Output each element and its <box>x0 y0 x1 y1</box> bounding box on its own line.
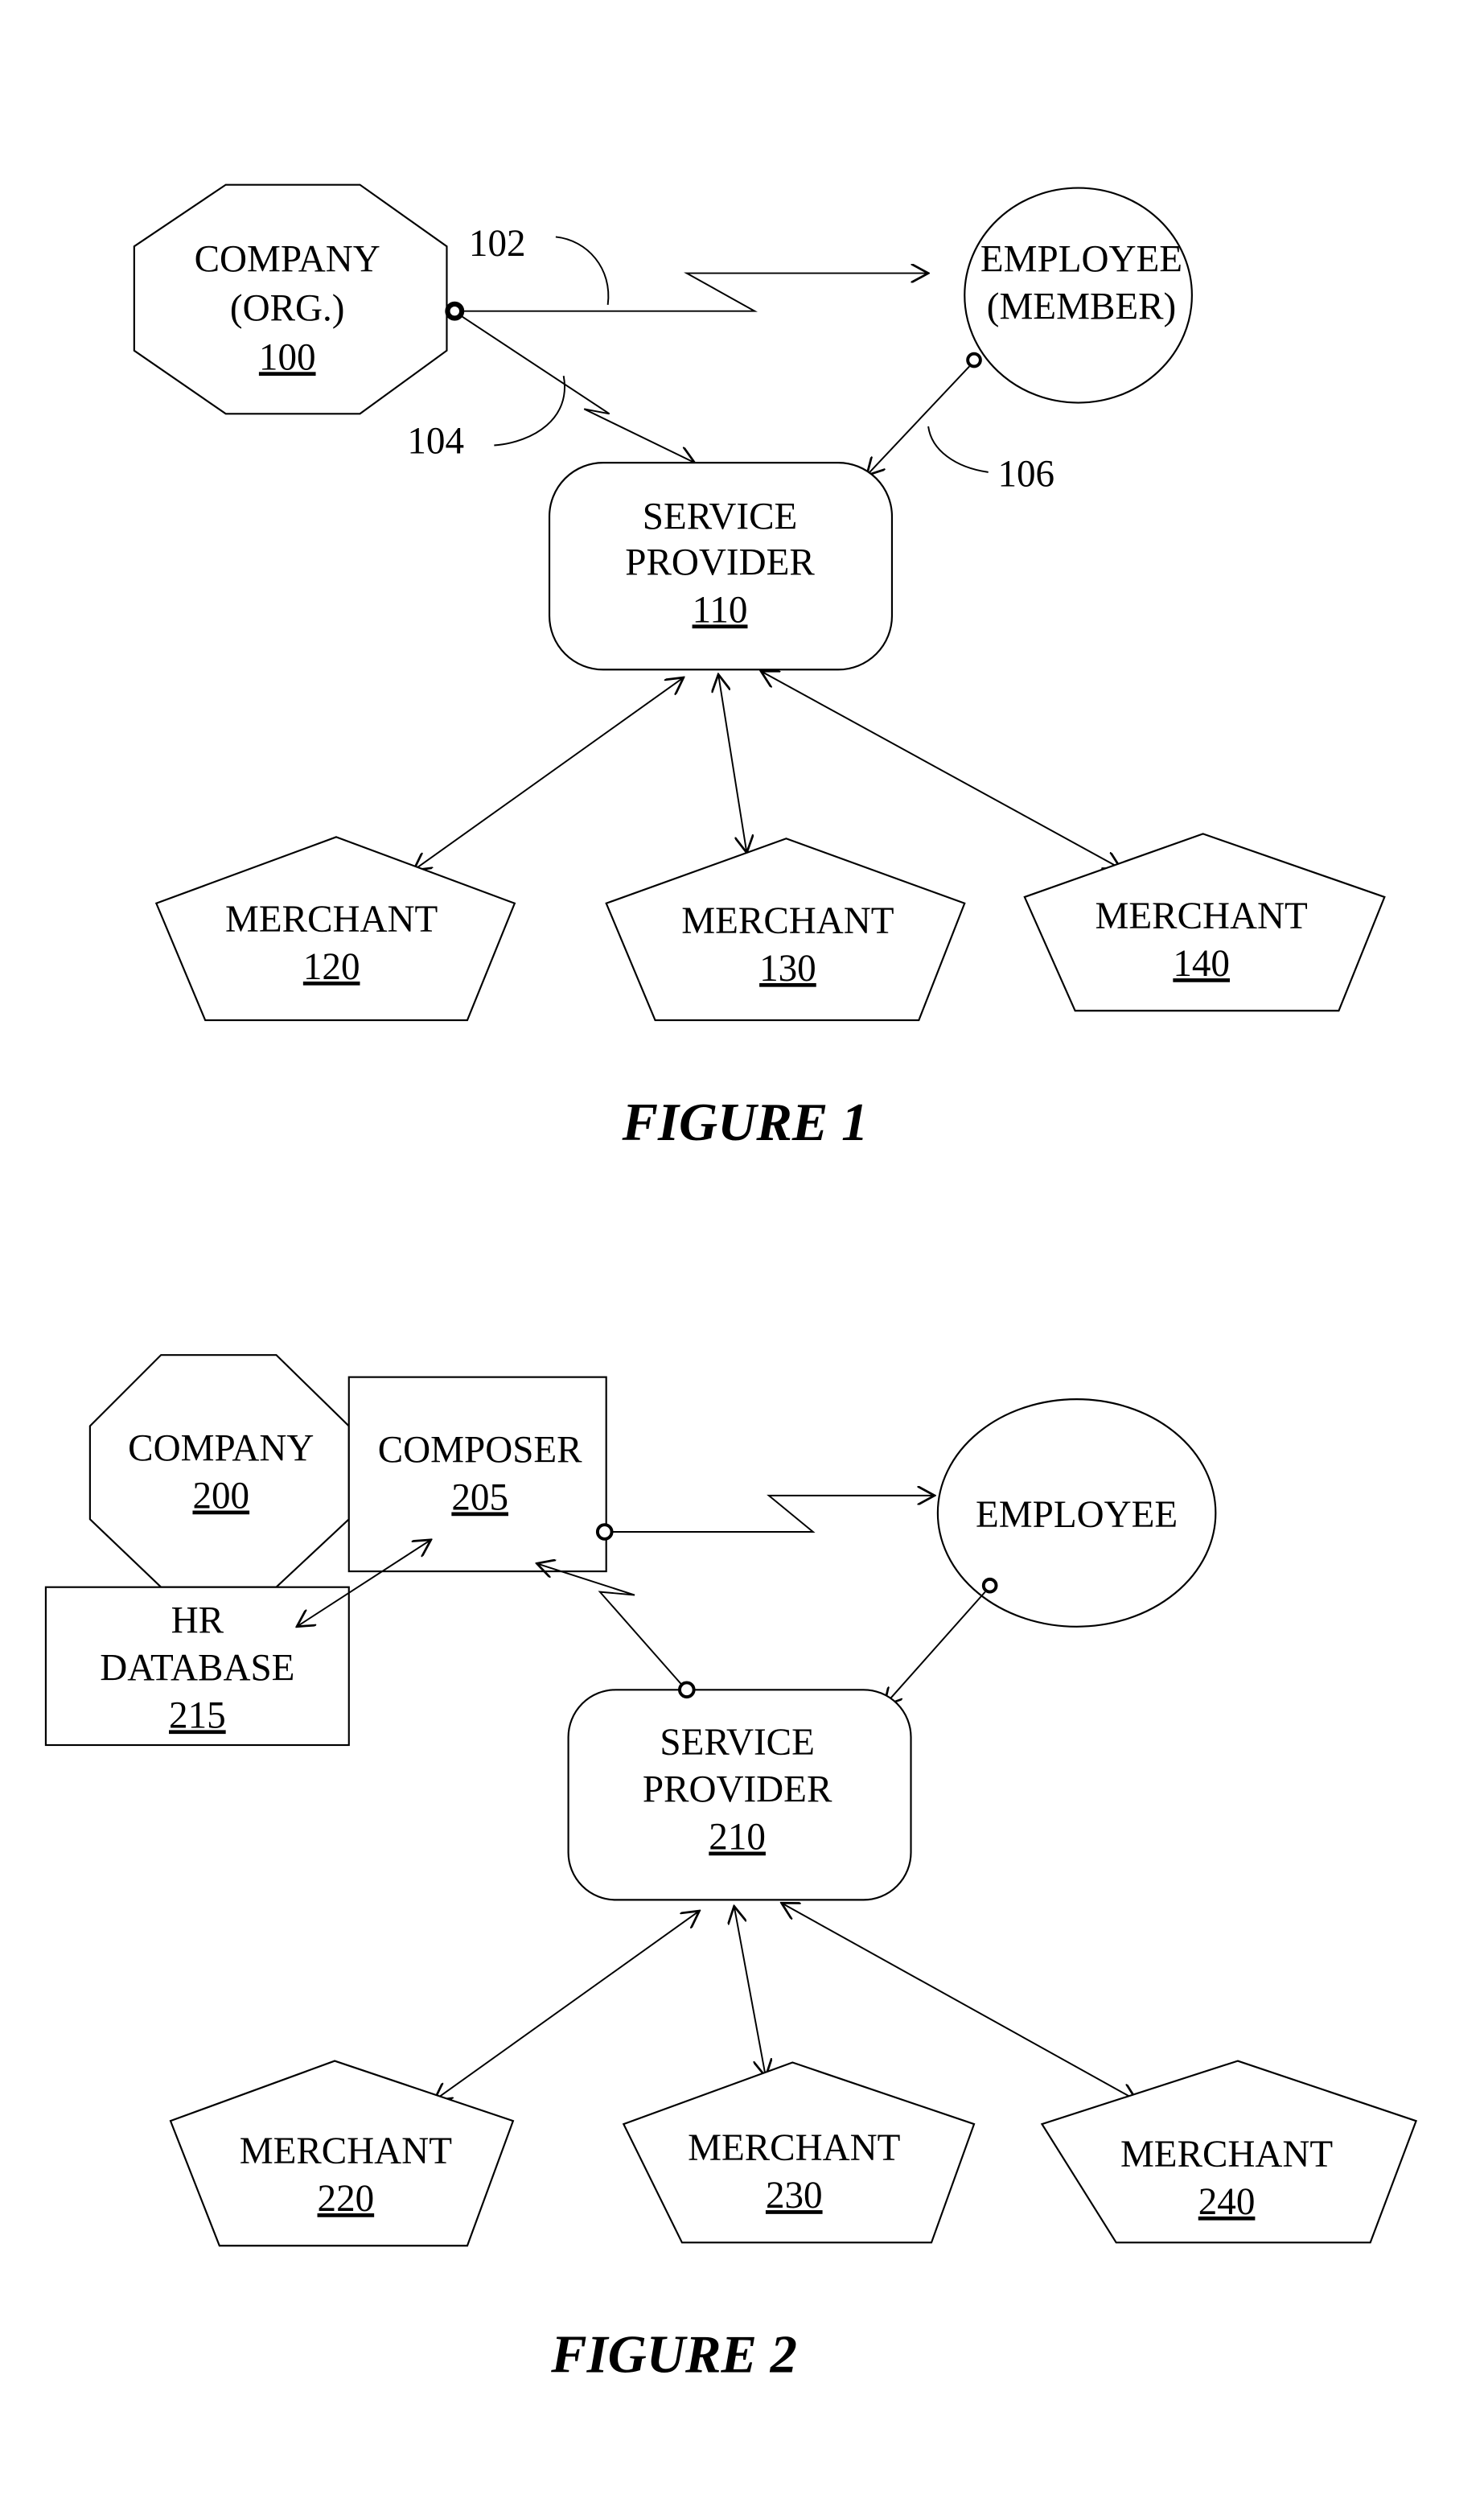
employee-label: EMPLOYEE <box>976 1494 1178 1536</box>
figure-2: HR DATABASE 215 COMPOSER 205 COMPANY 200… <box>44 1354 1418 2384</box>
employee-label: EMPLOYEE <box>980 239 1182 281</box>
employee-sublabel: (MEMBER) <box>987 286 1176 328</box>
lightning-arrow-composer-employee <box>610 1496 935 1533</box>
hr-database-sublabel: DATABASE <box>100 1648 294 1690</box>
leader-line <box>555 236 610 305</box>
merchant-label: MERCHANT <box>1096 895 1308 937</box>
patent-drawing-sheet: COMPANY (ORG.) 100 EMPLOYEE (MEMBER) 102… <box>44 183 1418 2384</box>
hr-database-label: HR <box>171 1600 224 1642</box>
link-104: 104 <box>407 315 694 463</box>
callout-102: 102 <box>469 223 526 265</box>
connector-dot <box>595 1523 614 1541</box>
employee-node: EMPLOYEE <box>936 1398 1217 1628</box>
employee-node: EMPLOYEE (MEMBER) <box>964 187 1193 404</box>
company-label: COMPANY <box>195 239 380 281</box>
service-provider-node: SERVICE PROVIDER 110 <box>548 462 894 671</box>
merchant-node: MERCHANT 240 <box>1040 2060 1418 2244</box>
company-node <box>88 1354 350 1588</box>
merchant-ref: 230 <box>766 2175 823 2217</box>
merchant-ref: 140 <box>1173 943 1230 985</box>
merchant-node: MERCHANT 120 <box>154 836 516 1022</box>
merchant-label: MERCHANT <box>240 2130 452 2172</box>
figure-caption: FIGURE 2 <box>550 2325 797 2384</box>
connector-dot <box>678 1681 696 1699</box>
company-label: COMPANY <box>128 1428 314 1470</box>
arrow-provider-merchant-140 <box>761 671 1121 868</box>
leader-line <box>927 426 989 473</box>
service-provider-sublabel: PROVIDER <box>625 541 815 583</box>
figure-1: COMPANY (ORG.) 100 EMPLOYEE (MEMBER) 102… <box>133 183 1386 1152</box>
merchant-ref: 240 <box>1198 2181 1256 2223</box>
leader-line <box>494 375 565 447</box>
connector-dot <box>445 301 465 321</box>
merchant-node: MERCHANT 130 <box>605 838 966 1022</box>
service-provider-label: SERVICE <box>660 1722 814 1764</box>
merchant-label: MERCHANT <box>681 900 894 942</box>
lightning-arrow <box>460 315 694 463</box>
service-provider-ref: 110 <box>693 589 748 631</box>
figure-caption: FIGURE 1 <box>621 1093 868 1152</box>
merchant-node: MERCHANT 220 <box>169 2060 515 2247</box>
lightning-arrow-provider-composer <box>536 1563 683 1686</box>
connector-dot <box>966 352 982 368</box>
callout-104: 104 <box>407 420 464 462</box>
composer-ref: 205 <box>451 1477 508 1519</box>
company-ref: 100 <box>259 336 316 378</box>
arrow-provider-merchant-220 <box>434 1911 700 2101</box>
composer-label: COMPOSER <box>378 1430 582 1472</box>
service-provider-ref: 210 <box>709 1817 766 1859</box>
composer-node: COMPOSER 205 <box>347 1376 607 1573</box>
arrow-provider-merchant-230 <box>734 1906 766 2077</box>
lightning-arrow <box>461 274 928 312</box>
service-provider-sublabel: PROVIDER <box>643 1769 832 1811</box>
arrow-provider-merchant-120 <box>413 677 684 870</box>
merchant-label: MERCHANT <box>688 2127 900 2169</box>
arrow-provider-merchant-130 <box>718 674 746 853</box>
merchant-label: MERCHANT <box>1120 2134 1333 2176</box>
merchant-node: MERCHANT 140 <box>1023 833 1386 1012</box>
service-provider-node: SERVICE PROVIDER 210 <box>567 1689 912 1901</box>
merchant-ref: 220 <box>318 2178 375 2220</box>
company-node: COMPANY (ORG.) 100 <box>133 183 448 415</box>
merchant-node: MERCHANT 230 <box>622 2061 976 2244</box>
connector-dot <box>981 1577 998 1594</box>
link-102: 102 <box>445 223 928 321</box>
arrow-line <box>867 365 970 475</box>
hr-database-ref: 215 <box>169 1694 226 1736</box>
callout-106: 106 <box>997 454 1054 496</box>
arrow-employee-provider <box>884 1591 986 1706</box>
hr-database-node: HR DATABASE 215 <box>44 1586 350 1747</box>
merchant-ref: 130 <box>759 948 816 990</box>
merchant-ref: 120 <box>303 946 360 988</box>
merchant-label: MERCHANT <box>225 899 438 941</box>
company-ref: 200 <box>192 1476 249 1517</box>
rect-shape <box>347 1376 607 1573</box>
company-sublabel: (ORG.) <box>230 287 345 329</box>
service-provider-label: SERVICE <box>643 496 797 538</box>
octagon-shape <box>88 1354 350 1588</box>
arrow-provider-merchant-240 <box>782 1903 1137 2100</box>
